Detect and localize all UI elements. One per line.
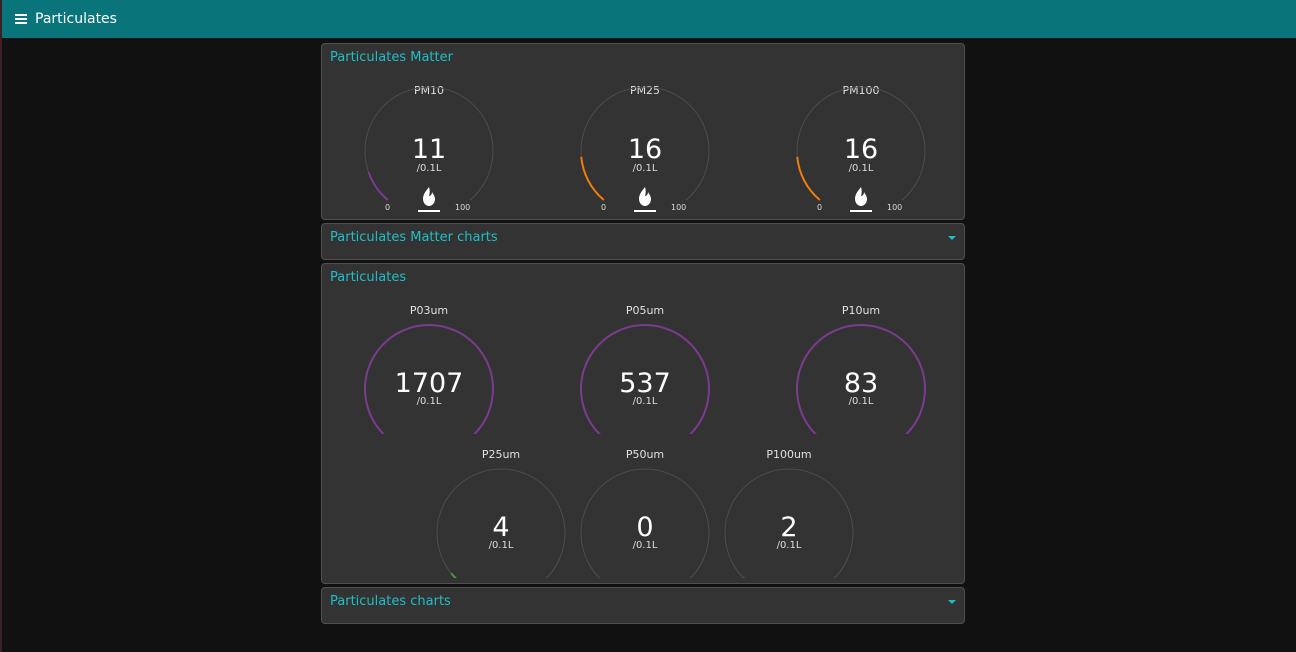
group-title-particulates-matter[interactable]: Particulates Matter (330, 50, 453, 65)
gauge-pm10: PM10 11 /0.1L 0 100 (349, 84, 509, 224)
gauge-unit: /0.1L (416, 396, 442, 407)
fire-icon (634, 187, 656, 212)
gauge-unit: /0.1L (488, 540, 514, 551)
gauge-p10um: P10um 83 /0.1L (781, 304, 941, 444)
group-particulates-charts[interactable]: Particulates charts (321, 587, 965, 624)
chevron-down-icon[interactable] (948, 600, 956, 604)
gauge-p05um: P05um 537 /0.1L (565, 304, 725, 444)
gauge-value: 83 (843, 368, 879, 399)
group-title-particulates-matter-charts[interactable]: Particulates Matter charts (330, 230, 498, 245)
gauge-min: 0 (817, 203, 823, 212)
gauge-min: 0 (385, 203, 391, 212)
gauge-unit: /0.1L (848, 396, 874, 407)
gauge-value: 0 (636, 512, 654, 543)
group-particulates-matter: Particulates Matter PM10 11 /0.1L 0 100 … (321, 43, 965, 220)
gauge-value: 2 (780, 512, 798, 543)
menu-icon[interactable] (15, 14, 27, 24)
gauge-max: 100 (671, 203, 687, 212)
gauge-p100um: P100um 2 /0.1L (709, 448, 869, 588)
gauge-min: 0 (601, 203, 607, 212)
group-title-particulates[interactable]: Particulates (330, 270, 406, 285)
gauge-unit: /0.1L (632, 396, 658, 407)
gauge-pm100: PM100 16 /0.1L 0 100 (781, 84, 941, 224)
gauge-max: 100 (887, 203, 903, 212)
app-title: Particulates (35, 11, 117, 27)
gauge-p25um: P25um 4 /0.1L (421, 448, 581, 588)
gauge-value: 537 (619, 368, 671, 399)
gauge-value-arc (743, 577, 745, 578)
fire-icon (850, 187, 872, 212)
gauge-unit: /0.1L (632, 540, 658, 551)
gauge-unit: /0.1L (632, 163, 658, 174)
group-particulates: Particulates P03um 1707 /0.1L P05um 537 … (321, 263, 965, 584)
gauge-max: 100 (455, 203, 471, 212)
gauge-p50um: P50um 0 /0.1L (565, 448, 725, 588)
gauge-value: 1707 (394, 368, 464, 399)
gauge-unit: /0.1L (416, 163, 442, 174)
gauge-p03um: P03um 1707 /0.1L (349, 304, 509, 444)
group-title-particulates-charts[interactable]: Particulates charts (330, 594, 451, 609)
gauge-value: 16 (843, 134, 879, 165)
fire-icon (418, 187, 440, 212)
top-toolbar: Particulates (2, 0, 1296, 38)
gauge-value-arc (450, 572, 457, 578)
gauge-value: 11 (411, 134, 447, 165)
window-left-edge (0, 0, 2, 652)
gauge-pm25: PM25 16 /0.1L 0 100 (565, 84, 725, 224)
gauge-value: 4 (492, 512, 510, 543)
chevron-down-icon[interactable] (948, 236, 956, 240)
gauge-value: 16 (627, 134, 663, 165)
group-particulates-matter-charts[interactable]: Particulates Matter charts (321, 223, 965, 260)
gauge-value-arc (367, 171, 389, 201)
gauge-unit: /0.1L (848, 163, 874, 174)
gauge-unit: /0.1L (776, 540, 802, 551)
